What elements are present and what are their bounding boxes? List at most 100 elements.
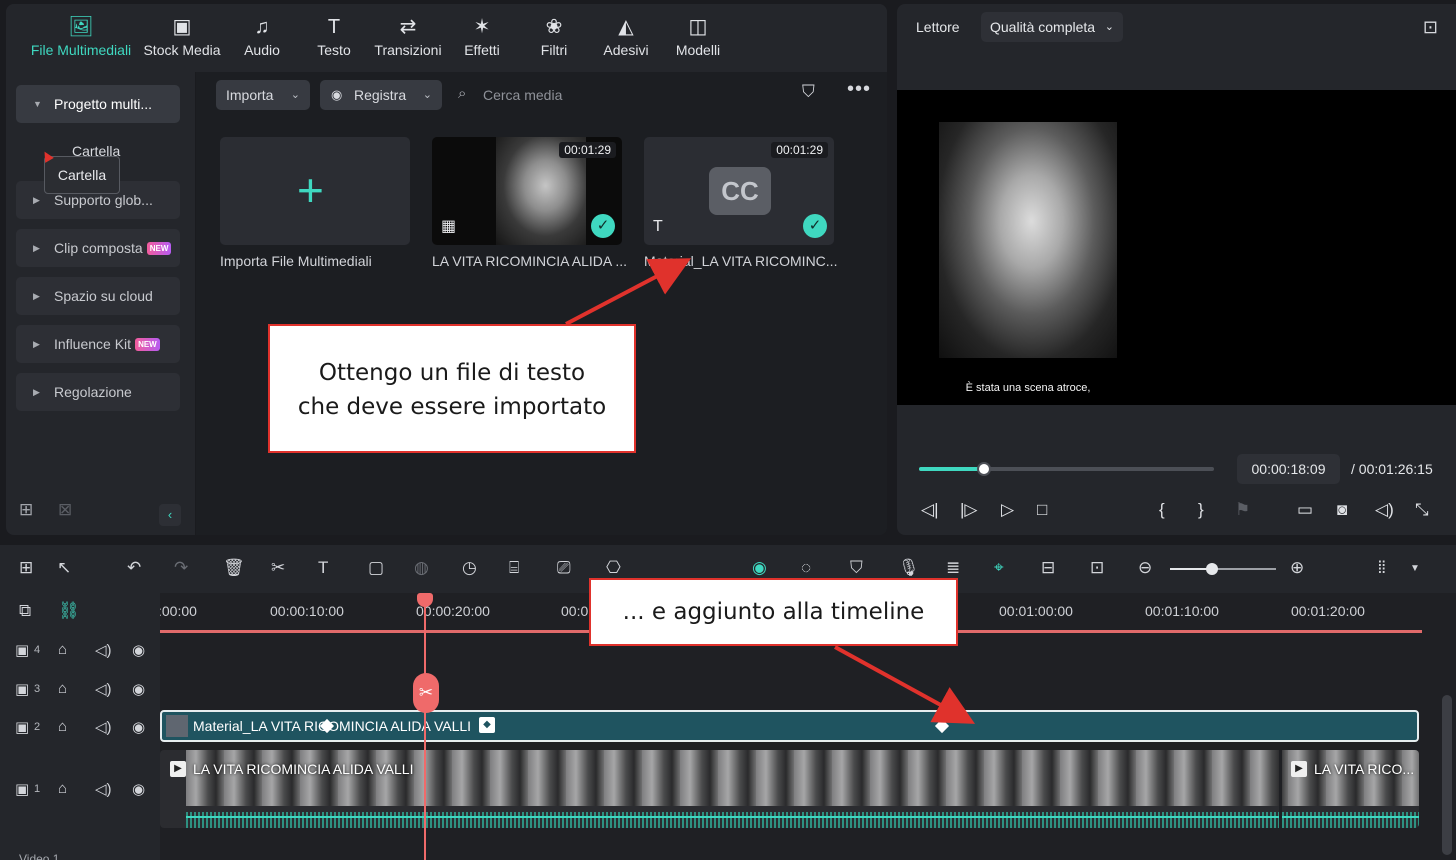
fullscreen-icon[interactable]: ⤡ — [1415, 500, 1429, 520]
lock-icon[interactable]: ⌂ — [58, 680, 67, 697]
text-tool-icon[interactable]: T — [318, 558, 328, 578]
preview-track-icon[interactable]: ⊟ — [1041, 558, 1055, 578]
add-track-icon[interactable]: ⧉ — [19, 601, 31, 621]
lock-icon[interactable]: ⌂ — [58, 641, 67, 658]
snap-icon[interactable]: ⌖ — [994, 558, 1004, 578]
playhead-line[interactable] — [424, 600, 426, 860]
display-icon[interactable]: ▭ — [1297, 500, 1313, 520]
delete-icon[interactable]: 🗑 — [223, 558, 245, 578]
step-back-icon[interactable]: ◁| — [921, 500, 939, 520]
duration-badge: 00:01:29 — [771, 142, 828, 158]
link-icon[interactable]: ⛓ — [58, 601, 80, 621]
media-files-icon: 🖼 — [68, 16, 94, 38]
video-track-icon: ▣ — [15, 642, 30, 659]
delete-folder-icon[interactable]: ⊠ — [58, 500, 72, 520]
eye-icon[interactable]: ◉ — [132, 641, 145, 659]
clip-thumbnail — [166, 715, 188, 737]
stop-icon[interactable]: □ — [1037, 500, 1047, 520]
video-clip[interactable]: ▶ LA VITA RICOMINCIA ALIDA VALLI ▶ LA VI… — [160, 750, 1419, 828]
media-caption: Importa File Multimediali — [220, 253, 372, 269]
zoom-in-icon[interactable]: ⊕ — [1290, 558, 1304, 578]
video-canvas[interactable]: È stata una scena atroce, — [897, 90, 1456, 405]
volume-icon[interactable]: ◁) — [95, 780, 112, 798]
eye-icon[interactable]: ◉ — [132, 680, 145, 698]
sidebar-item-label: Clip composta — [54, 240, 143, 256]
playback-progress-bar[interactable] — [919, 462, 1214, 476]
fit-timeline-icon[interactable]: ⊡ — [1090, 558, 1104, 578]
volume-icon[interactable]: ◁) — [95, 718, 112, 736]
chevron-down-icon[interactable]: ▼ — [1410, 563, 1420, 574]
tab-stock-media[interactable]: ▣ Stock Media — [140, 12, 224, 70]
keyframe-icon[interactable] — [934, 718, 950, 734]
volume-icon[interactable]: ◁) — [1375, 500, 1394, 520]
timeline-scrollbar[interactable] — [1442, 695, 1452, 855]
mark-in-icon[interactable]: { — [1159, 500, 1165, 520]
layout-grid-icon[interactable]: ⊞ — [19, 558, 33, 578]
sidebar-item-clip-composta[interactable]: ▶ Clip composta NEW — [16, 229, 180, 267]
translate-icon[interactable]: ⎔ — [606, 558, 621, 578]
volume-icon[interactable]: ◁) — [95, 680, 112, 698]
tab-audio[interactable]: ♫ Audio — [232, 12, 292, 70]
ruler-label: 00:01:10:00 — [1145, 603, 1219, 619]
lock-icon[interactable]: ⌂ — [58, 780, 67, 797]
color-palette-icon[interactable]: ◍ — [414, 558, 429, 578]
new-folder-icon[interactable]: ⊞ — [19, 500, 33, 520]
voice-ai-icon[interactable]: ⎚ — [557, 558, 571, 578]
record-dropdown[interactable]: ◉ Registra ⌄ — [320, 80, 442, 110]
filter-icon[interactable]: ⛉ — [802, 82, 815, 102]
undo-icon[interactable]: ↶ — [127, 558, 141, 578]
select-pointer-icon[interactable]: ↖ — [57, 558, 71, 578]
play-icon[interactable]: ▷ — [1001, 500, 1014, 520]
playlist-icon[interactable]: ≣ — [946, 558, 960, 578]
speed-timer-icon[interactable]: ◷ — [462, 558, 477, 578]
crop-icon[interactable]: ▢ — [368, 558, 384, 578]
more-options-icon[interactable]: ••• — [847, 78, 871, 101]
sidebar-item-regolazione[interactable]: ▶ Regolazione — [16, 373, 180, 411]
zoom-out-icon[interactable]: ⊖ — [1138, 558, 1152, 578]
tab-effetti[interactable]: ✶ Effetti — [452, 12, 512, 70]
collapse-sidebar-button[interactable]: ‹ — [159, 504, 181, 526]
tab-modelli[interactable]: ◫ Modelli — [668, 12, 728, 70]
scissors-icon[interactable]: ✂ — [271, 558, 285, 578]
media-item-video[interactable]: 00:01:29 ▦ ✓ — [432, 137, 622, 245]
current-time[interactable]: 00:00:18:09 — [1237, 454, 1340, 484]
quality-dropdown[interactable]: Qualità completa ⌄ — [981, 12, 1123, 42]
redo-icon[interactable]: ↷ — [174, 558, 188, 578]
tab-file-multimediali[interactable]: 🖼 File Multimediali — [26, 12, 136, 70]
tab-label: Adesivi — [603, 42, 649, 58]
tab-testo[interactable]: T Testo — [304, 12, 364, 70]
subtitle-clip[interactable]: Material_LA VITA RICOMINCIA ALIDA VALLI … — [160, 710, 1419, 742]
mark-out-icon[interactable]: } — [1198, 500, 1204, 520]
microphone-icon[interactable]: 🎙 — [898, 558, 920, 578]
camera-snapshot-icon[interactable]: ◙ — [1337, 500, 1347, 520]
text-to-speech-icon[interactable]: ⌸ — [509, 558, 519, 578]
split-scissors-icon[interactable]: ✂ — [413, 673, 439, 713]
sidebar-item-influence-kit[interactable]: ▶ Influence Kit NEW — [16, 325, 180, 363]
tab-adesivi[interactable]: ◭ Adesivi — [596, 12, 656, 70]
quality-value: Qualità completa — [990, 19, 1096, 35]
ai-robot-icon[interactable]: ◉ — [752, 558, 767, 578]
import-media-tile[interactable]: + — [220, 137, 410, 245]
progress-handle[interactable] — [976, 462, 991, 476]
eye-icon[interactable]: ◉ — [132, 718, 145, 736]
lock-icon[interactable]: ⌂ — [58, 718, 67, 735]
audio-volume-line[interactable] — [186, 816, 1419, 818]
sidebar-item-spazio-cloud[interactable]: ▶ Spazio su cloud — [16, 277, 180, 315]
search-media-input[interactable] — [483, 84, 713, 106]
tab-transizioni[interactable]: ⇄ Transizioni — [370, 12, 446, 70]
eye-icon[interactable]: ◉ — [132, 780, 145, 798]
step-forward-icon[interactable]: |▷ — [960, 500, 978, 520]
panel-layout-icon[interactable]: ⦙⦙ — [1378, 558, 1386, 578]
tab-filtri[interactable]: ❀ Filtri — [524, 12, 584, 70]
zoom-slider[interactable] — [1170, 563, 1276, 575]
sidebar-item-progetto[interactable]: ▼ Progetto multi... — [16, 85, 180, 123]
import-dropdown[interactable]: Importa ⌄ — [216, 80, 310, 110]
media-item-subtitle[interactable]: CC 00:01:29 T ✓ — [644, 137, 834, 245]
waveform-scope-icon[interactable]: ⊡ — [1423, 17, 1438, 38]
shield-icon[interactable]: ⛉ — [850, 558, 863, 578]
render-preview-icon[interactable]: ◌ — [801, 558, 811, 578]
zoom-slider-handle[interactable] — [1206, 563, 1219, 575]
marker-icon[interactable]: ⚑ — [1235, 500, 1250, 520]
volume-icon[interactable]: ◁) — [95, 641, 112, 659]
play-icon: ▶ — [170, 761, 186, 777]
